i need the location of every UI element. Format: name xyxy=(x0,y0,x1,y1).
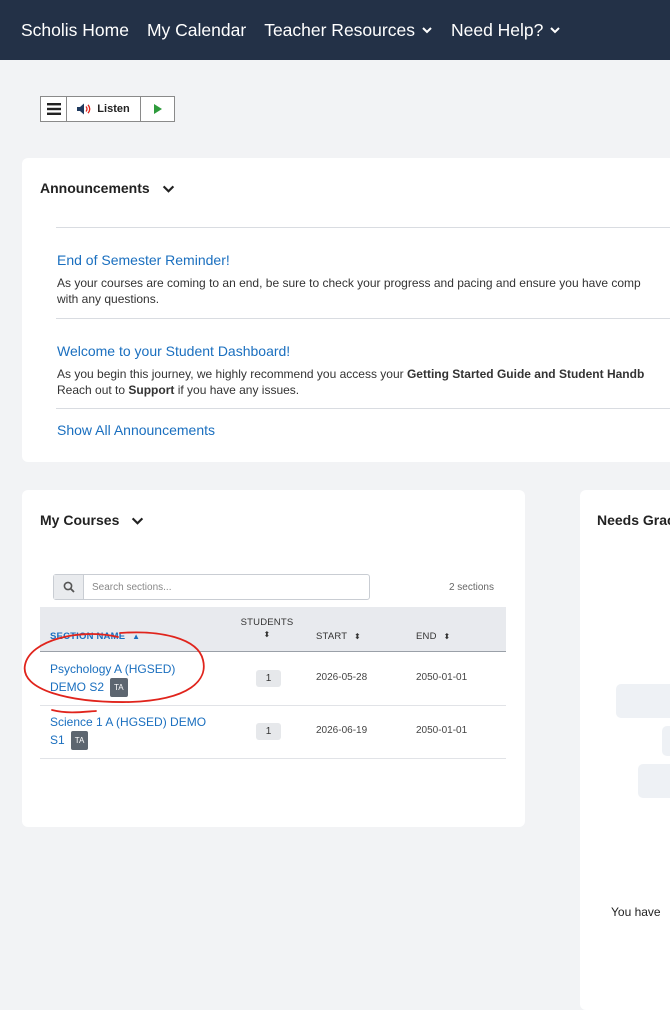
announcement-bold-text: Getting Started Guide and Student Handb xyxy=(406,367,645,381)
listen-button[interactable]: Listen xyxy=(67,97,141,121)
divider xyxy=(56,318,670,319)
column-label: STUDENTS xyxy=(240,617,294,628)
nav-teacher-resources-label: Teacher Resources xyxy=(264,19,415,40)
chevron-down-icon xyxy=(132,517,144,525)
nav-scholis-home[interactable]: Scholis Home xyxy=(21,20,129,41)
announcement-body-line: As you begin this journey, we highly rec… xyxy=(57,366,644,382)
start-column-header[interactable]: START ⬍ xyxy=(316,631,361,642)
course-name-line: S1 TA xyxy=(50,731,225,750)
toolbar-menu-button[interactable] xyxy=(41,97,67,121)
announcements-card: Announcements End of Semester Reminder! … xyxy=(22,158,670,462)
top-navigation: Scholis Home My Calendar Teacher Resourc… xyxy=(0,0,670,60)
nav-need-help[interactable]: Need Help? xyxy=(451,20,561,41)
play-icon xyxy=(153,104,162,114)
search-input[interactable] xyxy=(84,581,364,593)
my-courses-card: My Courses 2 sections SECTION NAME ▲ STU… xyxy=(22,490,525,827)
divider xyxy=(56,227,670,228)
search-icon xyxy=(63,581,75,593)
search-button[interactable] xyxy=(54,575,84,599)
announcement-text: As you begin this journey, we highly rec… xyxy=(57,367,407,381)
table-row: Psychology A (HGSED) DEMO S2 TA 1 2026-05… xyxy=(40,653,506,706)
announcement-body-line: As your courses are coming to an end, be… xyxy=(57,276,641,290)
read-aloud-toolbar: Listen xyxy=(40,96,175,122)
chevron-down-icon xyxy=(422,27,432,34)
sort-icon: ⬍ xyxy=(443,632,451,641)
course-name-line: Science 1 A (HGSED) DEMO xyxy=(50,715,207,729)
course-name-line: Psychology A (HGSED) xyxy=(50,662,176,676)
announcement-title-link[interactable]: End of Semester Reminder! xyxy=(57,252,230,268)
announcement-body: As you begin this journey, we highly rec… xyxy=(57,366,644,398)
play-button[interactable] xyxy=(141,97,174,121)
sort-icon: ⬍ xyxy=(353,632,361,641)
divider xyxy=(56,408,670,409)
course-section-link[interactable]: Psychology A (HGSED) DEMO S2 TA xyxy=(50,661,225,697)
column-label: END xyxy=(416,631,437,642)
nav-need-help-label: Need Help? xyxy=(450,19,544,40)
announcement-text: if you have any issues. xyxy=(174,383,300,397)
section-search xyxy=(53,574,370,600)
hamburger-icon xyxy=(46,103,61,115)
column-label: SECTION NAME xyxy=(50,631,126,642)
my-courses-title: My Courses xyxy=(40,512,120,528)
end-date: 2050-01-01 xyxy=(416,672,468,683)
announcement-body-line: Reach out to Support if you have any iss… xyxy=(57,382,644,398)
needs-grading-card: Needs Grac You have xyxy=(580,490,670,1010)
start-date: 2026-06-19 xyxy=(316,725,368,736)
announcement-title-link[interactable]: Welcome to your Student Dashboard! xyxy=(57,343,290,359)
end-date: 2050-01-01 xyxy=(416,725,468,736)
chevron-down-icon xyxy=(550,27,561,34)
listen-label: Listen xyxy=(97,103,130,115)
table-row: Science 1 A (HGSED) DEMO S1 TA 1 2026-06-… xyxy=(40,706,506,759)
students-count: 1 xyxy=(256,670,281,687)
nav-my-calendar-label: My Calendar xyxy=(146,19,247,40)
ta-badge: TA xyxy=(70,731,89,750)
course-name-text: S1 xyxy=(50,733,65,747)
nav-teacher-resources[interactable]: Teacher Resources xyxy=(264,20,433,41)
support-bold-text: Support xyxy=(128,383,175,397)
end-column-header[interactable]: END ⬍ xyxy=(416,631,450,642)
students-column-header[interactable]: STUDENTS ⬍ xyxy=(240,617,294,639)
section-count: 2 sections xyxy=(448,582,494,593)
announcements-header[interactable]: Announcements xyxy=(40,180,175,196)
announcements-title: Announcements xyxy=(40,180,150,196)
nav-my-calendar[interactable]: My Calendar xyxy=(147,20,246,41)
nav-scholis-home-label: Scholis Home xyxy=(21,19,129,40)
course-section-link[interactable]: Science 1 A (HGSED) DEMO S1 TA xyxy=(50,714,225,750)
column-label: START xyxy=(316,631,348,642)
announcement-text: Reach out to xyxy=(57,383,129,397)
my-courses-header[interactable]: My Courses xyxy=(40,512,144,528)
show-all-announcements-link[interactable]: Show All Announcements xyxy=(57,422,215,438)
announcement-body-line: with any questions. xyxy=(57,292,160,306)
ta-badge: TA xyxy=(110,678,128,697)
announcement-body: As your courses are coming to an end, be… xyxy=(57,275,641,307)
table-header: SECTION NAME ▲ STUDENTS ⬍ START ⬍ END ⬍ xyxy=(40,607,506,652)
sort-ascending-icon: ▲ xyxy=(132,632,141,641)
placeholder-block xyxy=(662,726,670,756)
students-count: 1 xyxy=(256,723,281,740)
section-name-column-header[interactable]: SECTION NAME ▲ xyxy=(50,631,140,642)
placeholder-block xyxy=(616,684,670,718)
sort-icon: ⬍ xyxy=(263,630,271,639)
start-date: 2026-05-28 xyxy=(316,672,368,683)
course-name-line: DEMO S2 TA xyxy=(50,678,225,697)
chevron-down-icon xyxy=(162,185,174,193)
speaker-icon xyxy=(77,103,91,115)
placeholder-block xyxy=(638,764,670,798)
empty-state-message: You have xyxy=(611,905,661,919)
course-name-text: DEMO S2 xyxy=(50,680,105,694)
needs-grading-title: Needs Grac xyxy=(597,512,670,528)
